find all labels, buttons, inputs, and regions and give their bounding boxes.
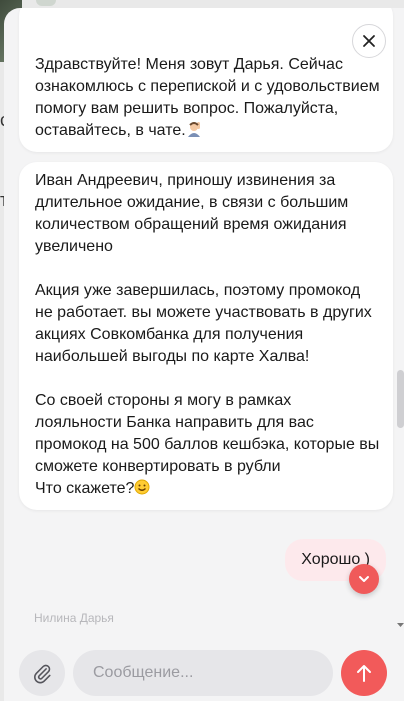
message-input[interactable]	[73, 650, 333, 696]
scroll-down-button[interactable]	[349, 564, 379, 594]
message-text: Иван Андреевич, приношу извинения за дли…	[35, 172, 380, 497]
background-tab	[36, 0, 56, 6]
attach-button[interactable]	[19, 650, 65, 696]
arrow-up-icon	[357, 665, 371, 682]
close-button[interactable]	[352, 24, 386, 58]
person-raising-hand-emoji	[186, 121, 202, 137]
agent-name: Нилина Дарья	[34, 611, 114, 625]
chevron-down-icon	[359, 576, 369, 582]
agent-message: Здравствуйте! Меня зовут Дарья. Сейчас о…	[19, 8, 393, 152]
chat-widget: Здравствуйте! Меня зовут Дарья. Сейчас о…	[4, 8, 404, 701]
send-button[interactable]	[341, 650, 387, 696]
message-text: Здравствуйте! Меня зовут Дарья. Сейчас о…	[35, 56, 380, 139]
message-list[interactable]: Здравствуйте! Меня зовут Дарья. Сейчас о…	[4, 8, 404, 640]
smiley-emoji	[134, 479, 150, 495]
close-icon	[363, 35, 375, 47]
paperclip-icon	[34, 664, 51, 684]
agent-message: Иван Андреевич, приношу извинения за дли…	[19, 162, 393, 510]
scrollbar-thumb[interactable]	[397, 370, 404, 428]
scrollbar-down-arrow[interactable]	[397, 622, 404, 628]
composer	[4, 640, 404, 701]
